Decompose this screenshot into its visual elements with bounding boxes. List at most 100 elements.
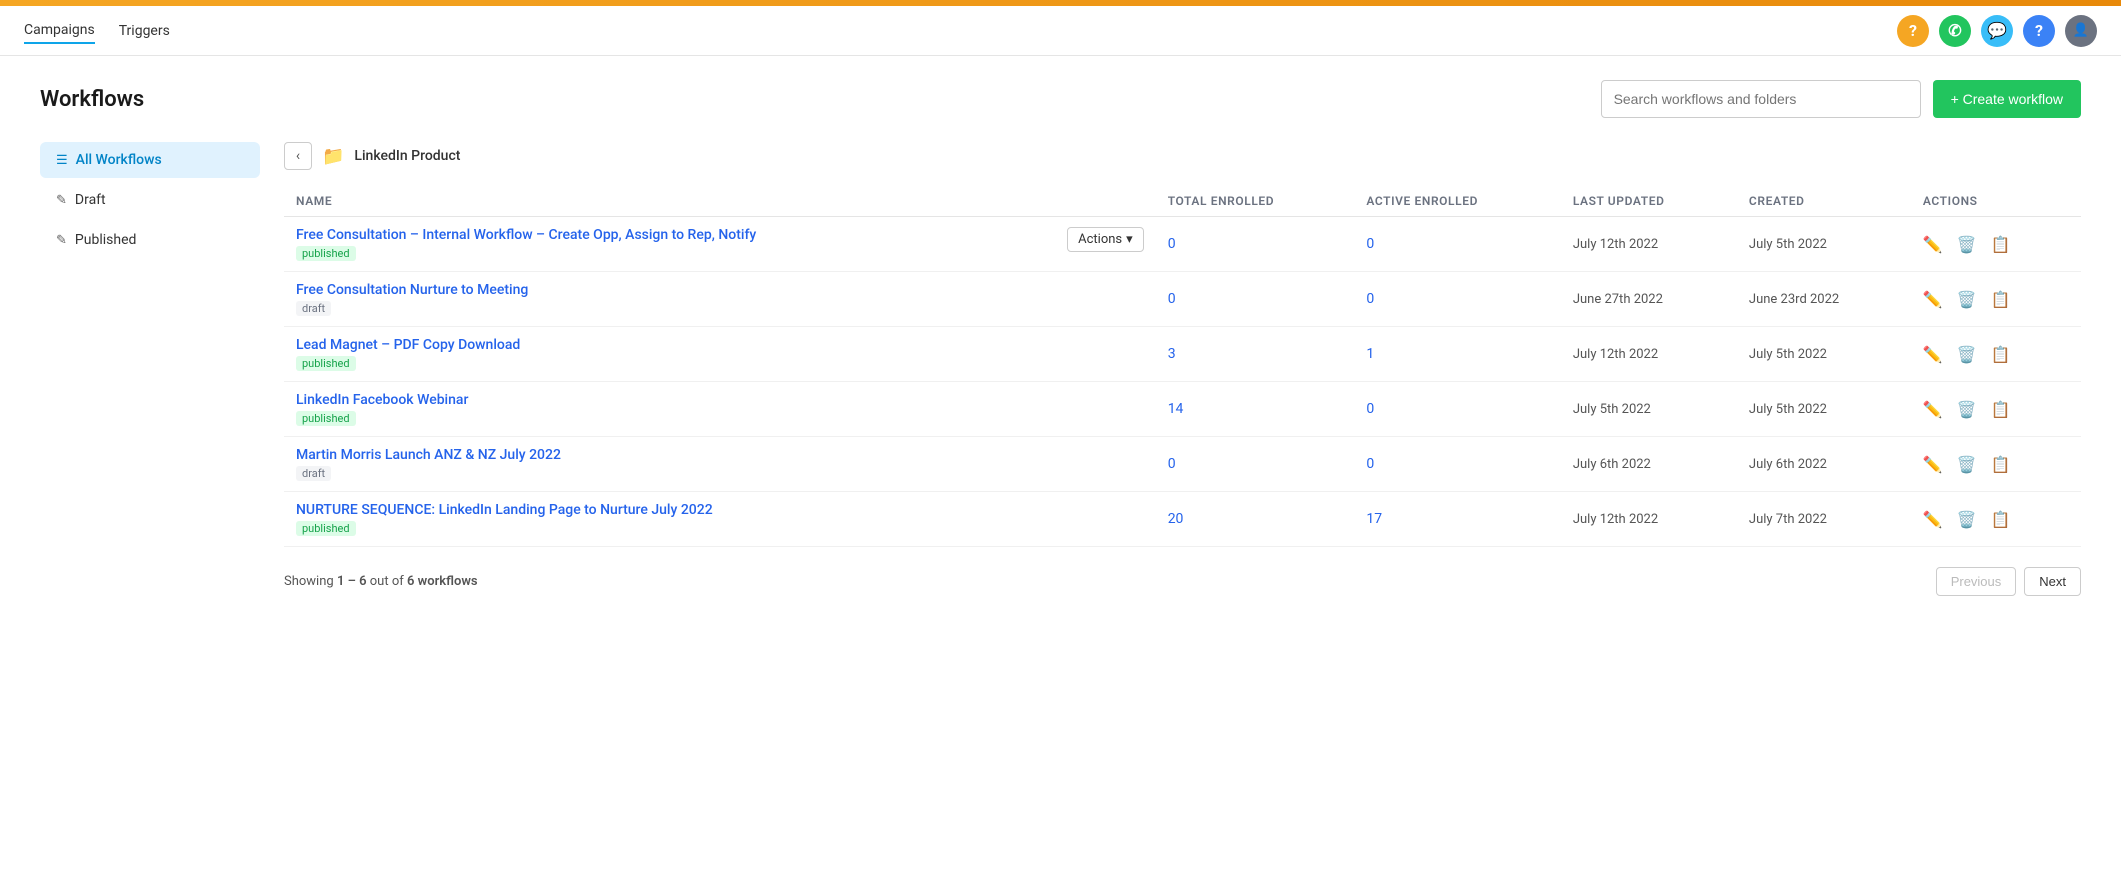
table-row: Lead Magnet – PDF Copy Download published… <box>284 327 2081 382</box>
workflow-name-link[interactable]: Martin Morris Launch ANZ & NZ July 2022 <box>296 447 1144 463</box>
edit-icon[interactable]: ✏️ <box>1923 345 1943 364</box>
row-actions: ✏️ 🗑️ 📋 <box>1923 290 2069 309</box>
created-cell: June 23rd 2022 <box>1737 272 1911 327</box>
page-container: Workflows + Create workflow ☰ All Workfl… <box>0 56 2121 620</box>
copy-icon[interactable]: 📋 <box>1991 235 2011 254</box>
total-enrolled-cell: 3 <box>1156 327 1355 382</box>
workflow-name-link[interactable]: Lead Magnet – PDF Copy Download <box>296 337 1144 353</box>
total-enrolled-value: 3 <box>1168 346 1176 362</box>
total-enrolled-cell: 0 <box>1156 217 1355 272</box>
draft-icon: ✎ <box>56 193 67 208</box>
active-enrolled-cell: 0 <box>1354 382 1560 437</box>
workflow-name-cell: Lead Magnet – PDF Copy Download published <box>284 327 1156 382</box>
col-actions: ACTIONS <box>1911 186 2081 217</box>
edit-icon[interactable]: ✏️ <box>1923 510 1943 529</box>
total-enrolled-value: 20 <box>1168 511 1184 527</box>
row-actions-cell: ✏️ 🗑️ 📋 <box>1911 437 2081 492</box>
active-enrolled-value: 0 <box>1366 401 1374 417</box>
status-badge: draft <box>296 466 331 481</box>
edit-icon[interactable]: ✏️ <box>1923 455 1943 474</box>
delete-icon[interactable]: 🗑️ <box>1957 510 1977 529</box>
col-name: NAME <box>284 186 1156 217</box>
edit-icon[interactable]: ✏️ <box>1923 400 1943 419</box>
nav-campaigns[interactable]: Campaigns <box>24 18 95 44</box>
row-actions-cell: ✏️ 🗑️ 📋 <box>1911 272 2081 327</box>
created-cell: July 5th 2022 <box>1737 382 1911 437</box>
delete-icon[interactable]: 🗑️ <box>1957 400 1977 419</box>
copy-icon[interactable]: 📋 <box>1991 290 2011 309</box>
delete-icon[interactable]: 🗑️ <box>1957 345 1977 364</box>
workflow-name-cell: LinkedIn Facebook Webinar published <box>284 382 1156 437</box>
delete-icon[interactable]: 🗑️ <box>1957 235 1977 254</box>
last-updated-cell: July 6th 2022 <box>1561 437 1737 492</box>
table-row: Martin Morris Launch ANZ & NZ July 2022 d… <box>284 437 2081 492</box>
folder-name: LinkedIn Product <box>354 148 460 164</box>
phone-icon[interactable]: ✆ <box>1939 15 1971 47</box>
workflow-name-link[interactable]: LinkedIn Facebook Webinar <box>296 392 1144 408</box>
active-enrolled-cell: 17 <box>1354 492 1560 547</box>
workflow-name-link[interactable]: Free Consultation Nurture to Meeting <box>296 282 1144 298</box>
search-input[interactable] <box>1601 80 1921 118</box>
status-badge: published <box>296 356 356 371</box>
delete-icon[interactable]: 🗑️ <box>1957 290 1977 309</box>
nav-icons: ? ✆ 💬 ? 👤 <box>1897 15 2097 47</box>
total-enrolled-cell: 20 <box>1156 492 1355 547</box>
create-workflow-button[interactable]: + Create workflow <box>1933 80 2081 118</box>
info-icon[interactable]: ? <box>2023 15 2055 47</box>
table-row: Free Consultation Nurture to Meetingdraf… <box>284 272 2081 327</box>
active-enrolled-cell: 1 <box>1354 327 1560 382</box>
edit-icon[interactable]: ✏️ <box>1923 290 1943 309</box>
workflow-name-link[interactable]: Free Consultation – Internal Workflow – … <box>296 227 756 243</box>
delete-icon[interactable]: 🗑️ <box>1957 455 1977 474</box>
copy-icon[interactable]: 📋 <box>1991 455 2011 474</box>
sidebar-item-draft[interactable]: ✎ Draft <box>40 182 260 218</box>
active-enrolled-value: 0 <box>1366 456 1374 472</box>
actions-dropdown[interactable]: Actions▾ <box>1067 227 1144 252</box>
user-avatar[interactable]: 👤 <box>2065 15 2097 47</box>
back-button[interactable]: ‹ <box>284 142 312 170</box>
next-button[interactable]: Next <box>2024 567 2081 596</box>
published-icon: ✎ <box>56 233 67 248</box>
workflow-name-cell: Free Consultation – Internal Workflow – … <box>284 217 1156 272</box>
sidebar-item-all-workflows[interactable]: ☰ All Workflows <box>40 142 260 178</box>
status-badge: published <box>296 411 356 426</box>
active-enrolled-cell: 0 <box>1354 217 1560 272</box>
sidebar-item-published[interactable]: ✎ Published <box>40 222 260 258</box>
help-icon[interactable]: ? <box>1897 15 1929 47</box>
last-updated-cell: July 5th 2022 <box>1561 382 1737 437</box>
header-right: + Create workflow <box>1601 80 2081 118</box>
table-row: LinkedIn Facebook Webinarpublished140Jul… <box>284 382 2081 437</box>
last-updated-cell: July 12th 2022 <box>1561 217 1737 272</box>
created-cell: July 6th 2022 <box>1737 437 1911 492</box>
total-enrolled-value: 0 <box>1168 456 1176 472</box>
chat-icon[interactable]: 💬 <box>1981 15 2013 47</box>
last-updated-cell: July 12th 2022 <box>1561 492 1737 547</box>
previous-button[interactable]: Previous <box>1936 567 2017 596</box>
workflow-table: NAME TOTAL ENROLLED ACTIVE ENROLLED LAST… <box>284 186 2081 547</box>
workflow-name-link[interactable]: NURTURE SEQUENCE: LinkedIn Landing Page … <box>296 502 1144 518</box>
row-actions: ✏️ 🗑️ 📋 <box>1923 400 2069 419</box>
row-actions: ✏️ 🗑️ 📋 <box>1923 235 2069 254</box>
main-content: ☰ All Workflows ✎ Draft ✎ Published ‹ 📁 … <box>40 142 2081 596</box>
copy-icon[interactable]: 📋 <box>1991 400 2011 419</box>
workflow-name-cell: Free Consultation Nurture to Meetingdraf… <box>284 272 1156 327</box>
sidebar: ☰ All Workflows ✎ Draft ✎ Published <box>40 142 260 596</box>
nav-triggers[interactable]: Triggers <box>119 19 170 43</box>
table-row: NURTURE SEQUENCE: LinkedIn Landing Page … <box>284 492 2081 547</box>
active-enrolled-value: 1 <box>1366 346 1374 362</box>
col-created: CREATED <box>1737 186 1911 217</box>
copy-icon[interactable]: 📋 <box>1991 510 2011 529</box>
row-actions: ✏️ 🗑️ 📋 <box>1923 345 2069 364</box>
table-area: ‹ 📁 LinkedIn Product NAME TOTAL ENROLLED… <box>284 142 2081 596</box>
created-cell: July 7th 2022 <box>1737 492 1911 547</box>
navbar: Campaigns Triggers ? ✆ 💬 ? 👤 <box>0 6 2121 56</box>
table-row: Free Consultation – Internal Workflow – … <box>284 217 2081 272</box>
edit-icon[interactable]: ✏️ <box>1923 235 1943 254</box>
workflow-name-cell: Martin Morris Launch ANZ & NZ July 2022 d… <box>284 437 1156 492</box>
copy-icon[interactable]: 📋 <box>1991 345 2011 364</box>
sidebar-item-label: Draft <box>75 192 106 208</box>
nav-links: Campaigns Triggers <box>24 18 170 44</box>
status-badge: published <box>296 521 356 536</box>
active-enrolled-cell: 0 <box>1354 272 1560 327</box>
last-updated-cell: July 12th 2022 <box>1561 327 1737 382</box>
